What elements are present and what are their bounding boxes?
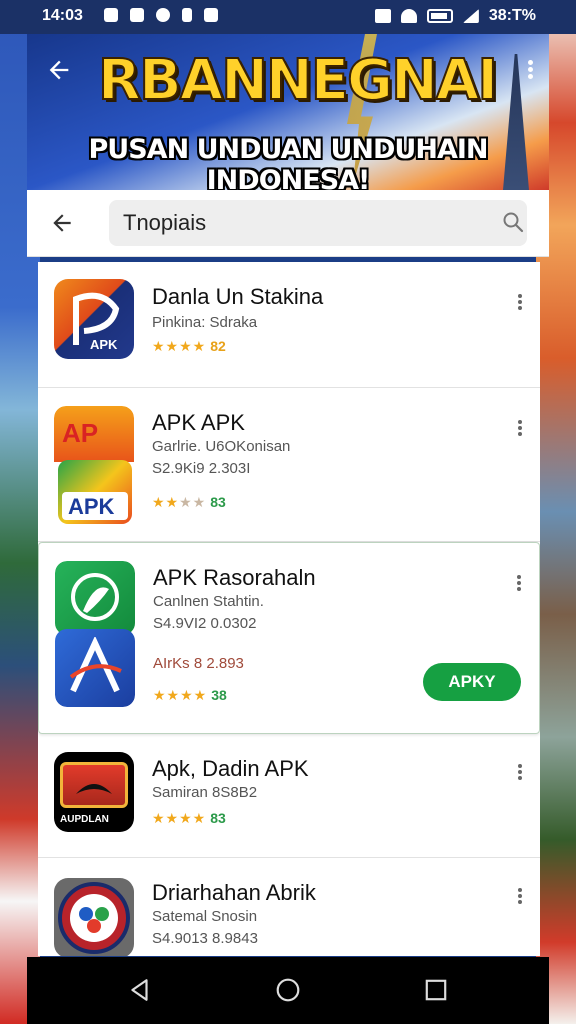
search-bar <box>27 190 549 257</box>
app-name: APK Rasorahaln <box>153 565 316 590</box>
system-nav-bar <box>27 957 549 1024</box>
status-bar: 14:03 38:T% <box>0 0 576 34</box>
app-rating: ★★★★ 82 <box>152 338 226 355</box>
app-logo-icon <box>76 784 112 794</box>
more-options-icon[interactable] <box>516 292 524 314</box>
app-icon: AUPDLAN <box>54 752 134 832</box>
mute-icon <box>374 9 391 23</box>
battery-percent: 38:T% <box>488 7 536 24</box>
notification-icon <box>182 8 192 22</box>
banner-subtitle: PUSAN UNDUAN UNDUHAIN INDONESA! <box>88 134 489 190</box>
search-icon[interactable] <box>501 210 525 234</box>
rating-stars: ★★★★ <box>152 494 207 510</box>
rating-stars: ★★★★ <box>153 687 208 703</box>
wifi-icon <box>400 9 417 23</box>
nav-recents-icon[interactable] <box>423 977 449 1003</box>
app-rating: ★★★★ 38 <box>153 687 227 704</box>
status-time: 14:03 <box>42 7 83 24</box>
rating-value: 83 <box>210 494 226 510</box>
app-rating: ★★★★ 83 <box>152 494 226 511</box>
nav-home-icon[interactable] <box>275 977 301 1003</box>
app-developer: Samiran 8S8B2 <box>152 784 258 801</box>
app-size: S4.9013 8.9843 <box>152 930 258 947</box>
app-name: Driarhahan Abrik <box>152 880 316 905</box>
app-icon-label: APK <box>68 494 115 519</box>
app-rating: ★★★★ 83 <box>152 810 226 827</box>
rating-stars: ★★★★ <box>152 810 207 826</box>
notification-icon <box>130 8 144 22</box>
app-developer: Canlnen Stahtin. <box>153 593 264 610</box>
rating-value: 82 <box>210 338 226 354</box>
back-arrow-icon[interactable] <box>45 56 73 84</box>
app-name: Apk, Dadin APK <box>152 756 309 781</box>
list-item[interactable]: Driarhahan Abrik Satemal Snosin S4.9013 … <box>38 858 540 956</box>
banner-title: RBANNEGNAI <box>97 47 499 114</box>
app-logo-icon <box>71 573 119 621</box>
battery-icon <box>426 9 453 23</box>
list-item[interactable]: AP APK APK APK Garlrie. U6OKonisan S2.9K… <box>38 388 540 542</box>
app-version: AIrKs 8 2.893 <box>153 655 244 672</box>
app-icon <box>54 878 134 956</box>
more-options-icon[interactable] <box>516 418 524 440</box>
app-size: S2.9Ki9 2.303I <box>152 460 251 477</box>
app-icon-label: APK <box>90 337 118 352</box>
more-options-icon[interactable] <box>516 762 524 784</box>
overflow-menu-icon[interactable] <box>525 58 535 86</box>
app-icon <box>55 561 135 707</box>
app-name: Danla Un Stakina <box>152 284 324 309</box>
app-icon-label: AUPDLAN <box>60 814 109 825</box>
search-input[interactable] <box>109 200 527 246</box>
rating-value: 38 <box>211 687 227 703</box>
app-list: APK Danla Un Stakina Pinkina: Sdraka ★★★… <box>38 262 540 956</box>
rating-value: 83 <box>210 810 226 826</box>
rating-stars: ★★★★ <box>152 338 207 354</box>
list-item[interactable]: APK Rasorahaln Canlnen Stahtin. S4.9VI2 … <box>38 542 540 734</box>
app-icon: AP APK <box>54 406 134 526</box>
notification-icon <box>204 8 218 22</box>
app-name: APK APK <box>152 410 245 435</box>
app-developer: Garlrie. U6OKonisan <box>152 438 291 455</box>
app-developer: Satemal Snosin <box>152 908 258 925</box>
header-banner: RBANNEGNAI PUSAN UNDUAN UNDUHAIN INDONES… <box>27 34 549 190</box>
app-icon-label: AP <box>62 418 99 448</box>
notification-icons <box>104 8 218 22</box>
list-item[interactable]: APK Danla Un Stakina Pinkina: Sdraka ★★★… <box>38 262 540 388</box>
signal-icon <box>462 9 479 23</box>
app-logo-icon <box>58 882 130 954</box>
nav-back-icon[interactable] <box>127 977 153 1003</box>
more-options-icon[interactable] <box>516 886 524 908</box>
app-size: S4.9VI2 0.0302 <box>153 615 257 632</box>
more-options-icon[interactable] <box>515 573 523 595</box>
notification-icon <box>156 8 170 22</box>
back-arrow-icon[interactable] <box>49 210 75 236</box>
list-item[interactable]: AUPDLAN Apk, Dadin APK Samiran 8S8B2 ★★★… <box>38 734 540 858</box>
notification-icon <box>104 8 118 22</box>
app-icon: APK <box>54 279 134 359</box>
app-logo-icon <box>69 637 122 693</box>
app-developer: Pinkina: Sdraka <box>152 314 258 331</box>
install-apk-button[interactable]: APKY <box>423 663 521 701</box>
